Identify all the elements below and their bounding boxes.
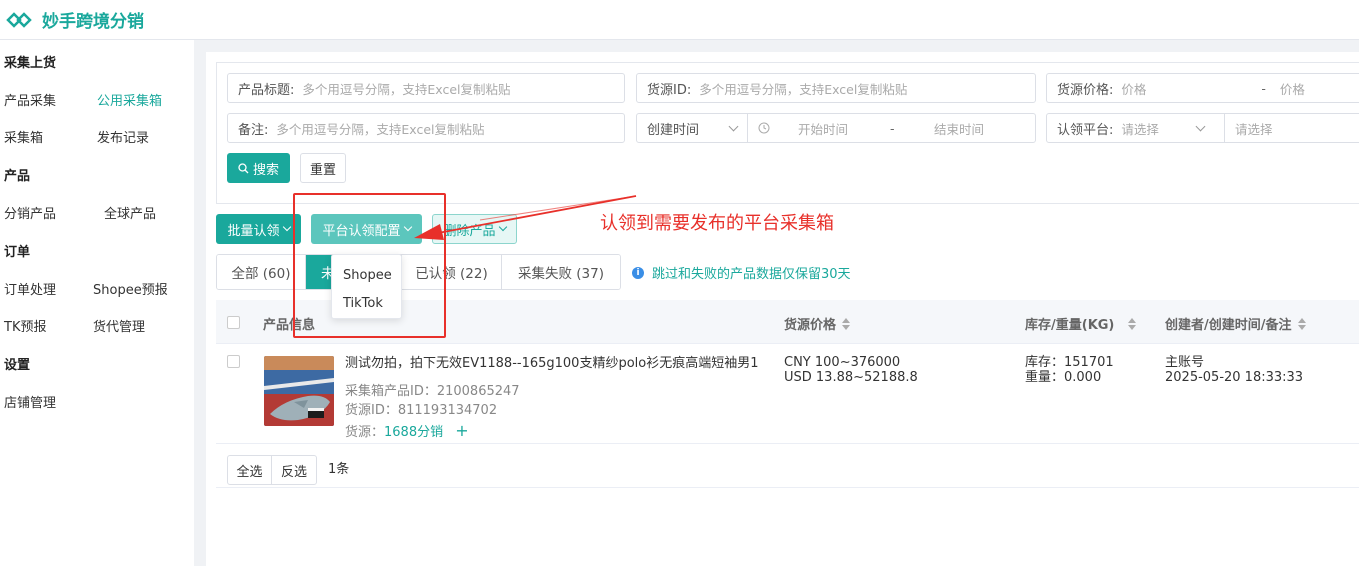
batch-claim-label: 批量认领 xyxy=(227,223,280,239)
start-date-placeholder: 开始时间 xyxy=(798,121,849,137)
weight-value: 重量：0.000 xyxy=(1025,370,1102,385)
sidebar-item-product-collect[interactable]: 产品采集 xyxy=(4,90,56,109)
column-stock-weight[interactable]: 库存/重量(KG) xyxy=(1025,314,1137,333)
info-icon: i xyxy=(632,266,644,279)
source-id-filter-placeholder: 多个用逗号分隔，支持Excel复制粘贴 xyxy=(699,81,908,97)
source-id-filter-label: 货源ID: xyxy=(647,82,692,98)
source-id-filter-input[interactable]: 货源ID: 多个用逗号分隔，支持Excel复制粘贴 xyxy=(636,73,1036,103)
sidebar-section-collect: 采集上货 xyxy=(4,56,57,71)
claim-platform-placeholder: 请选择 xyxy=(1121,121,1159,137)
claim-platform-secondary-placeholder: 请选择 xyxy=(1235,121,1273,137)
price-usd: USD 13.88~52188.8 xyxy=(784,370,918,385)
collect-box-product-id: 采集箱产品ID：2100865247 xyxy=(345,384,520,399)
column-creator[interactable]: 创建者/创建时间/备注 xyxy=(1165,314,1306,333)
search-icon xyxy=(238,162,249,173)
sidebar xyxy=(0,40,194,566)
search-button[interactable]: 搜索 xyxy=(227,153,290,183)
price-max-placeholder: 价格 xyxy=(1279,81,1305,97)
retention-notice: i 跳过和失败的产品数据仅保留30天 xyxy=(632,263,851,282)
source-id: 货源ID：811193134702 xyxy=(345,403,498,418)
time-type-value: 创建时间 xyxy=(647,122,700,138)
sidebar-item-store-management[interactable]: 店铺管理 xyxy=(4,392,56,411)
price-cny: CNY 100~376000 xyxy=(784,355,901,370)
tab-collect-failed[interactable]: 采集失败 (37) xyxy=(502,255,620,289)
reset-button[interactable]: 重置 xyxy=(300,153,346,183)
column-creator-label: 创建者/创建时间/备注 xyxy=(1165,318,1292,333)
sidebar-item-order-processing[interactable]: 订单处理 xyxy=(4,279,56,298)
source-label: 货源： xyxy=(345,425,385,440)
remark-filter-placeholder: 多个用逗号分隔，支持Excel复制粘贴 xyxy=(276,121,485,137)
select-all-button[interactable]: 全选 xyxy=(227,455,272,485)
remark-filter-label: 备注: xyxy=(238,122,269,138)
sidebar-item-publish-records[interactable]: 发布记录 xyxy=(97,127,149,146)
sidebar-section-product: 产品 xyxy=(4,169,31,184)
product-thumbnail[interactable] xyxy=(264,356,334,426)
end-date-placeholder: 结束时间 xyxy=(934,121,985,137)
row-checkbox[interactable] xyxy=(227,355,240,368)
logo-icon xyxy=(6,11,32,28)
price-range-filter[interactable]: 货源价格: 价格 - 价格 xyxy=(1046,73,1359,103)
retention-notice-text: 跳过和失败的产品数据仅保留30天 xyxy=(652,267,851,282)
time-type-select[interactable]: 创建时间 xyxy=(636,113,748,143)
creator-name: 主账号 xyxy=(1165,355,1205,370)
date-range-dash: - xyxy=(890,120,895,136)
created-time: 2025-05-20 18:33:33 xyxy=(1165,370,1304,385)
sidebar-item-distribution-products[interactable]: 分销产品 xyxy=(4,203,56,222)
chevron-down-icon xyxy=(728,121,739,131)
sidebar-item-forwarder[interactable]: 货代管理 xyxy=(93,316,145,335)
title-filter-placeholder: 多个用逗号分隔，支持Excel复制粘贴 xyxy=(302,81,511,97)
price-min-placeholder: 价格 xyxy=(1121,81,1147,97)
remark-filter-input[interactable]: 备注: 多个用逗号分隔，支持Excel复制粘贴 xyxy=(227,113,625,143)
price-filter-label: 货源价格: xyxy=(1057,82,1114,98)
sidebar-item-public-box[interactable]: 公用采集箱 xyxy=(97,90,162,109)
source-info: 货源：1688分销 + xyxy=(345,423,469,441)
source-link[interactable]: 1688分销 xyxy=(384,425,443,440)
app-title: 妙手跨境分销 xyxy=(42,12,144,32)
stock-value: 库存：151701 xyxy=(1025,355,1114,370)
row-count: 1条 xyxy=(328,462,350,477)
table-footer xyxy=(216,444,1359,488)
date-range-picker[interactable]: 开始时间 - 结束时间 xyxy=(747,113,1036,143)
sort-icon xyxy=(1128,317,1137,330)
column-source-price[interactable]: 货源价格 xyxy=(784,314,851,333)
sidebar-item-tk-forecast[interactable]: TK预报 xyxy=(4,316,46,335)
column-source-price-label: 货源价格 xyxy=(784,318,837,333)
title-filter-input[interactable]: 产品标题: 多个用逗号分隔，支持Excel复制粘贴 xyxy=(227,73,625,103)
app-header: 妙手跨境分销 xyxy=(0,0,1359,40)
clock-icon xyxy=(758,122,770,134)
claim-platform-label: 认领平台: xyxy=(1057,122,1114,138)
sort-icon xyxy=(1297,317,1306,330)
product-image xyxy=(264,356,334,426)
claim-platform-select[interactable]: 认领平台: 请选择 xyxy=(1046,113,1225,143)
batch-claim-button[interactable]: 批量认领 xyxy=(216,214,301,244)
select-all-checkbox[interactable] xyxy=(227,316,240,329)
annotation-text: 认领到需要发布的平台采集箱 xyxy=(600,213,834,234)
sidebar-section-settings: 设置 xyxy=(4,358,31,373)
sidebar-item-collect-box[interactable]: 采集箱 xyxy=(4,127,43,146)
product-title[interactable]: 测试勿拍，拍下无效EV1188--165g100支精纱polo衫无痕高端短袖男1 xyxy=(345,356,759,372)
chevron-down-icon xyxy=(282,222,291,232)
sort-icon xyxy=(842,317,851,330)
sidebar-item-shopee-forecast[interactable]: Shopee预报 xyxy=(93,279,168,298)
claim-platform-secondary-select[interactable]: 请选择 xyxy=(1224,113,1359,143)
sidebar-section-orders: 订单 xyxy=(4,245,31,260)
search-button-label: 搜索 xyxy=(252,162,279,178)
chevron-down-icon xyxy=(1195,121,1206,131)
sidebar-item-global-products[interactable]: 全球产品 xyxy=(104,203,156,222)
column-stock-weight-label: 库存/重量(KG) xyxy=(1025,318,1115,333)
price-range-dash: - xyxy=(1261,80,1266,96)
invert-selection-button[interactable]: 反选 xyxy=(271,455,317,485)
title-filter-label: 产品标题: xyxy=(238,82,295,98)
add-source-icon[interactable]: + xyxy=(455,421,468,440)
